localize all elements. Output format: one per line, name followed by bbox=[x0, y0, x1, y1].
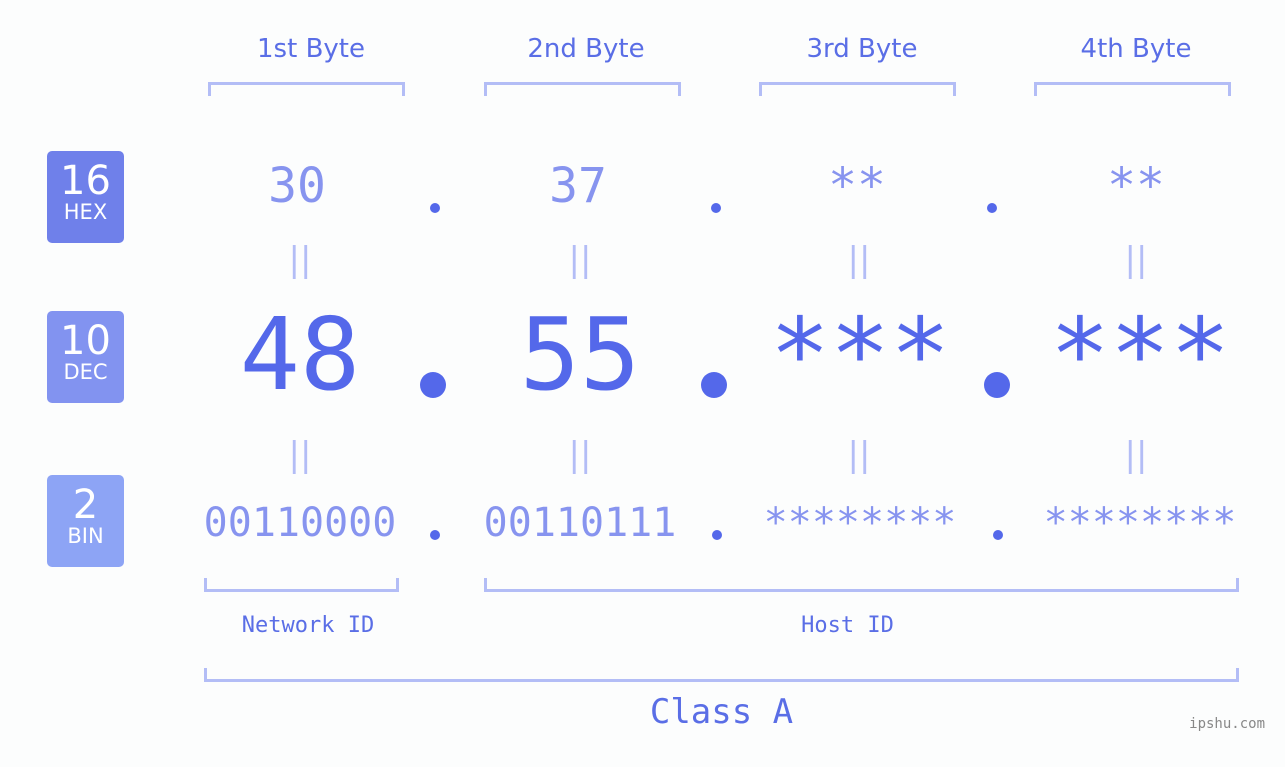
byte-bracket-2 bbox=[484, 82, 681, 96]
byte-header-3: 3rd Byte bbox=[806, 34, 918, 64]
hex-badge-number: 16 bbox=[60, 158, 111, 204]
bin-byte-2: 00110111 bbox=[483, 500, 677, 546]
hex-dot-2 bbox=[711, 203, 721, 213]
byte-header-1: 1st Byte bbox=[257, 34, 365, 64]
equals-icon: || bbox=[288, 240, 312, 280]
bin-dot-2 bbox=[712, 530, 722, 540]
dec-byte-4: *** bbox=[1049, 296, 1231, 413]
dec-dot-2 bbox=[701, 372, 727, 398]
dec-byte-3: *** bbox=[769, 296, 951, 413]
equals-icon: || bbox=[847, 240, 871, 280]
equals-icon: || bbox=[288, 435, 312, 475]
network-id-label: Network ID bbox=[241, 613, 375, 638]
hex-byte-1: 30 bbox=[268, 158, 326, 214]
byte-header-4: 4th Byte bbox=[1080, 34, 1192, 64]
bin-badge-label: BIN bbox=[67, 524, 104, 548]
dec-byte-2: 55 bbox=[519, 296, 641, 413]
dec-dot-1 bbox=[420, 372, 446, 398]
watermark: ipshu.com bbox=[1189, 716, 1265, 732]
dec-badge: 10 DEC bbox=[47, 311, 124, 403]
bin-badge: 2 BIN bbox=[47, 475, 124, 567]
hex-byte-3: ** bbox=[828, 158, 886, 214]
byte-bracket-4 bbox=[1034, 82, 1231, 96]
byte-bracket-1 bbox=[208, 82, 405, 96]
equals-icon: || bbox=[1124, 435, 1148, 475]
byte-bracket-3 bbox=[759, 82, 956, 96]
dec-badge-number: 10 bbox=[60, 318, 111, 364]
hex-byte-4: ** bbox=[1107, 158, 1165, 214]
hex-dot-1 bbox=[430, 203, 440, 213]
dec-badge-label: DEC bbox=[63, 360, 108, 384]
hex-badge: 16 HEX bbox=[47, 151, 124, 243]
bin-dot-3 bbox=[993, 530, 1003, 540]
hex-badge-label: HEX bbox=[63, 200, 108, 224]
bin-badge-number: 2 bbox=[72, 482, 99, 528]
bin-byte-4: ******** bbox=[1043, 500, 1237, 546]
byte-header-2: 2nd Byte bbox=[527, 34, 645, 64]
bin-byte-1: 00110000 bbox=[203, 500, 397, 546]
equals-icon: || bbox=[568, 240, 592, 280]
dec-dot-3 bbox=[984, 372, 1010, 398]
equals-icon: || bbox=[568, 435, 592, 475]
network-id-bracket bbox=[204, 578, 399, 592]
equals-icon: || bbox=[847, 435, 871, 475]
host-id-bracket bbox=[484, 578, 1239, 592]
equals-icon: || bbox=[1124, 240, 1148, 280]
hex-byte-2: 37 bbox=[549, 158, 607, 214]
class-label: Class A bbox=[649, 692, 794, 732]
host-id-label: Host ID bbox=[801, 613, 894, 638]
class-bracket bbox=[204, 668, 1239, 682]
bin-byte-3: ******** bbox=[763, 500, 957, 546]
hex-dot-3 bbox=[987, 203, 997, 213]
dec-byte-1: 48 bbox=[239, 296, 361, 413]
bin-dot-1 bbox=[430, 530, 440, 540]
